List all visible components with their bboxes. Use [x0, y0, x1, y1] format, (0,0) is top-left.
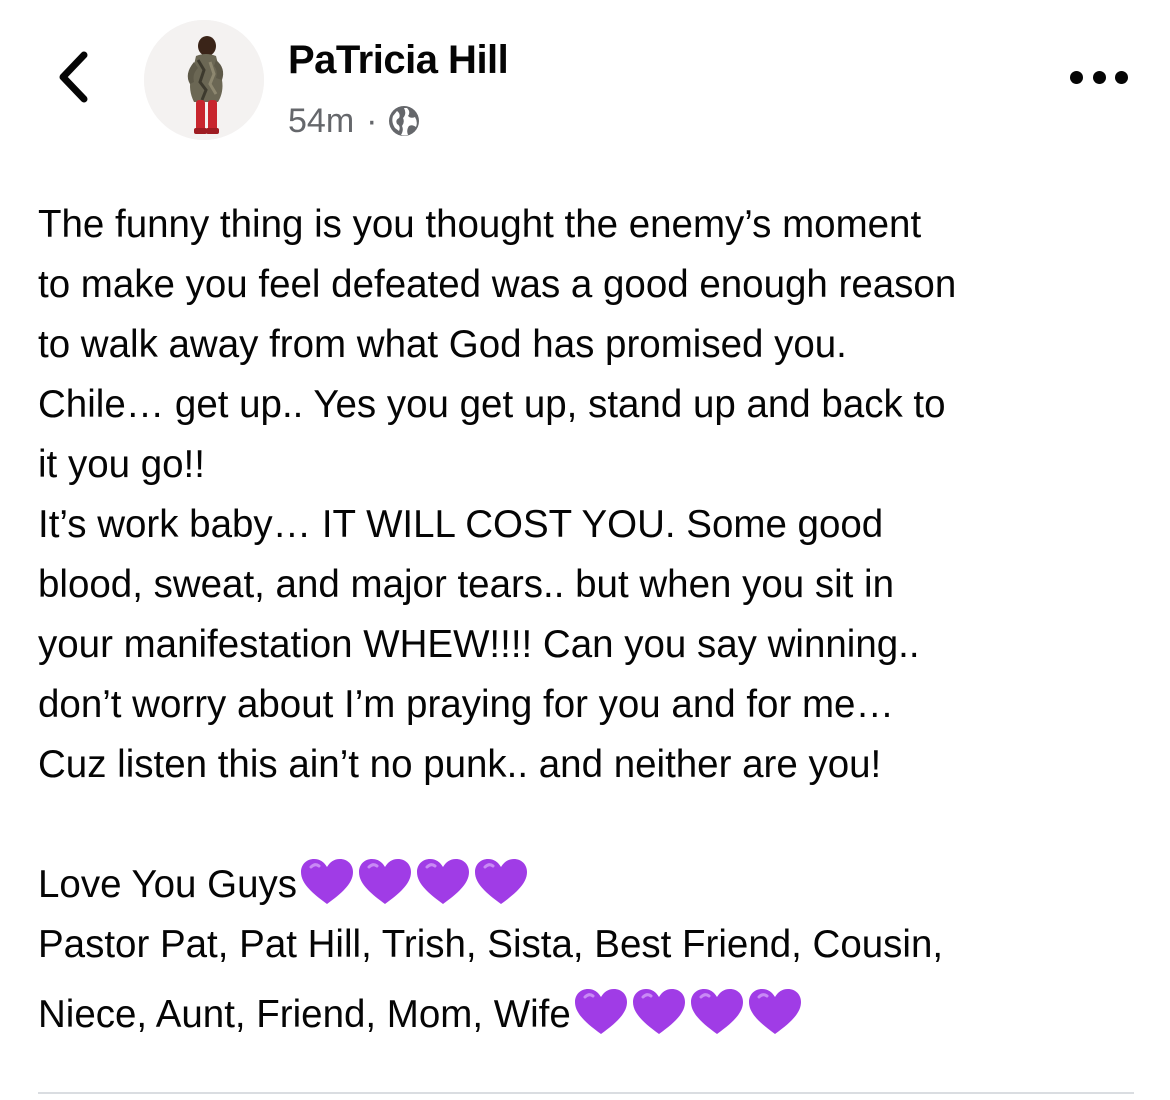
- names-line-2: Niece, Aunt, Friend, Mom, Wife: [38, 985, 1148, 1045]
- heart-group: [573, 987, 805, 1037]
- purple-heart-icon: [690, 989, 743, 1034]
- purple-heart-icon: [359, 859, 412, 904]
- post-time[interactable]: 54m: [288, 102, 354, 141]
- post-line: The funny thing is you thought the enemy…: [38, 203, 922, 246]
- more-dot: [1115, 70, 1128, 84]
- post-line: Chile… get up.. Yes you get up, stand up…: [38, 383, 946, 426]
- post-line: blood, sweat, and major tears.. but when…: [38, 563, 895, 606]
- divider: [38, 1092, 1134, 1094]
- globe-icon: [389, 106, 420, 136]
- signoff-text: Love You Guys: [38, 863, 298, 906]
- post-line: don’t worry about I’m praying for you an…: [38, 683, 894, 726]
- avatar[interactable]: [144, 20, 264, 140]
- post-line: It’s work baby… IT WILL COST YOU. Some g…: [38, 503, 884, 546]
- back-button[interactable]: [48, 46, 98, 108]
- names-text: Niece, Aunt, Friend, Mom, Wife: [38, 993, 571, 1036]
- post-line: Cuz listen this ain’t no punk.. and neit…: [38, 743, 882, 786]
- post-header: PaTricia Hill 54m ·: [0, 0, 1170, 170]
- meta-separator: ·: [366, 101, 378, 140]
- names-line: Pastor Pat, Pat Hill, Trish, Sista, Best…: [38, 923, 944, 966]
- purple-heart-icon: [574, 989, 627, 1034]
- heart-group: [299, 857, 531, 907]
- more-horizontal-icon: [1070, 70, 1083, 84]
- more-options-button[interactable]: [1070, 62, 1128, 92]
- purple-heart-icon: [748, 989, 801, 1034]
- post-text: The funny thing is you thought the enemy…: [38, 195, 1148, 1045]
- post-line: it you go!!: [38, 443, 205, 486]
- purple-heart-icon: [475, 859, 528, 904]
- post-line: to walk away from what God has promised …: [38, 323, 847, 366]
- chevron-left-icon: [59, 51, 88, 103]
- post-line: your manifestation WHEW!!!! Can you say …: [38, 623, 920, 666]
- purple-heart-icon: [301, 859, 354, 904]
- avatar-photo: [144, 20, 264, 140]
- post-line: to make you feel defeated was a good eno…: [38, 263, 957, 306]
- signoff-line: Love You Guys: [38, 855, 1148, 915]
- author-name[interactable]: PaTricia Hill: [288, 38, 509, 83]
- post-meta: 54m ·: [288, 98, 421, 144]
- purple-heart-icon: [632, 989, 685, 1034]
- purple-heart-icon: [417, 859, 470, 904]
- more-dot: [1092, 70, 1106, 84]
